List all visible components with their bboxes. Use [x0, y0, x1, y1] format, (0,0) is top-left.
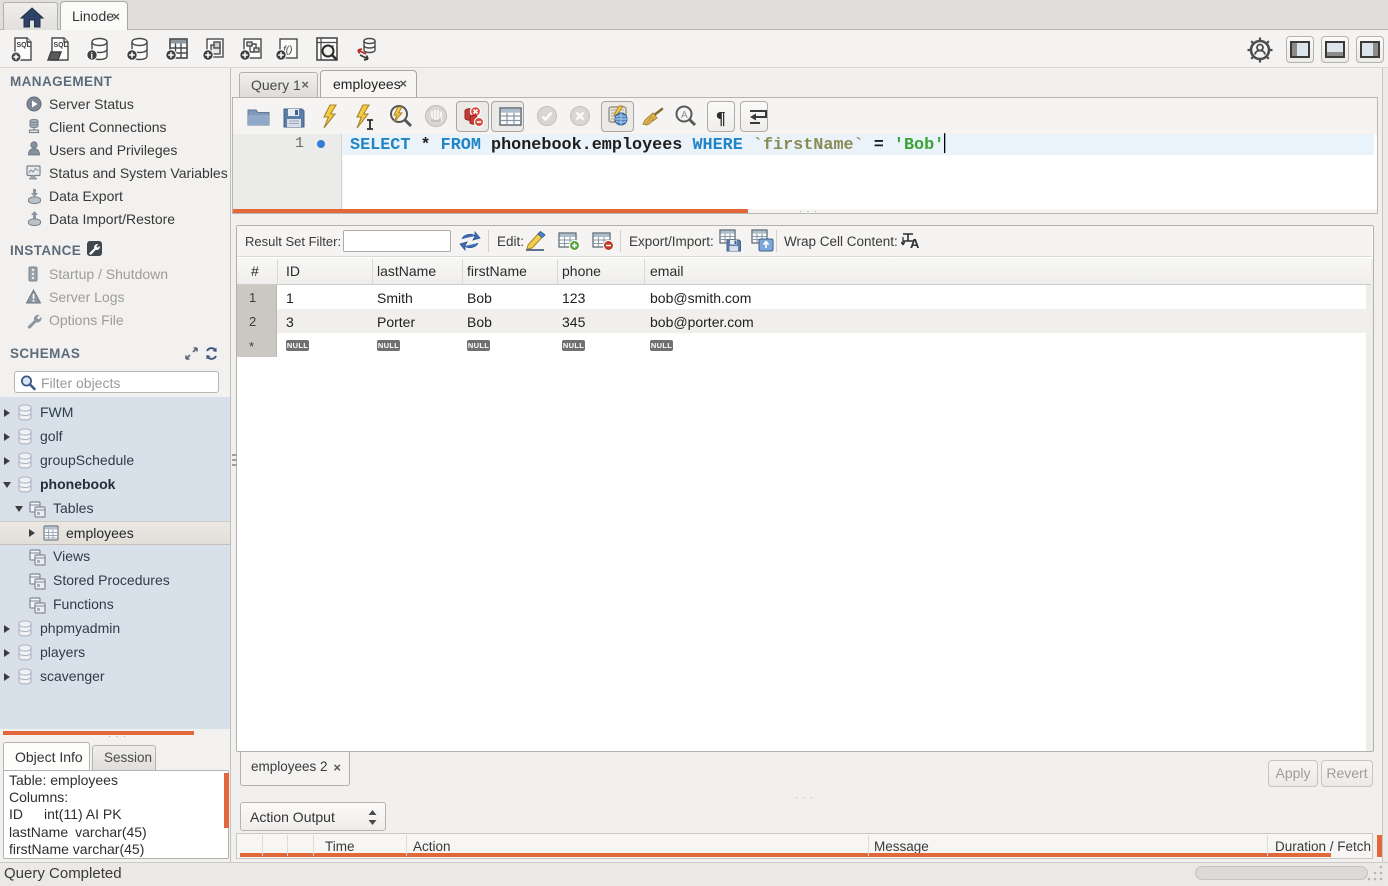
svg-text:SQL: SQL	[54, 42, 69, 49]
svg-text:A: A	[910, 236, 920, 250]
svg-text:A: A	[681, 110, 688, 121]
svg-text:SQL: SQL	[17, 42, 32, 49]
svg-text:¶: ¶	[716, 108, 726, 128]
